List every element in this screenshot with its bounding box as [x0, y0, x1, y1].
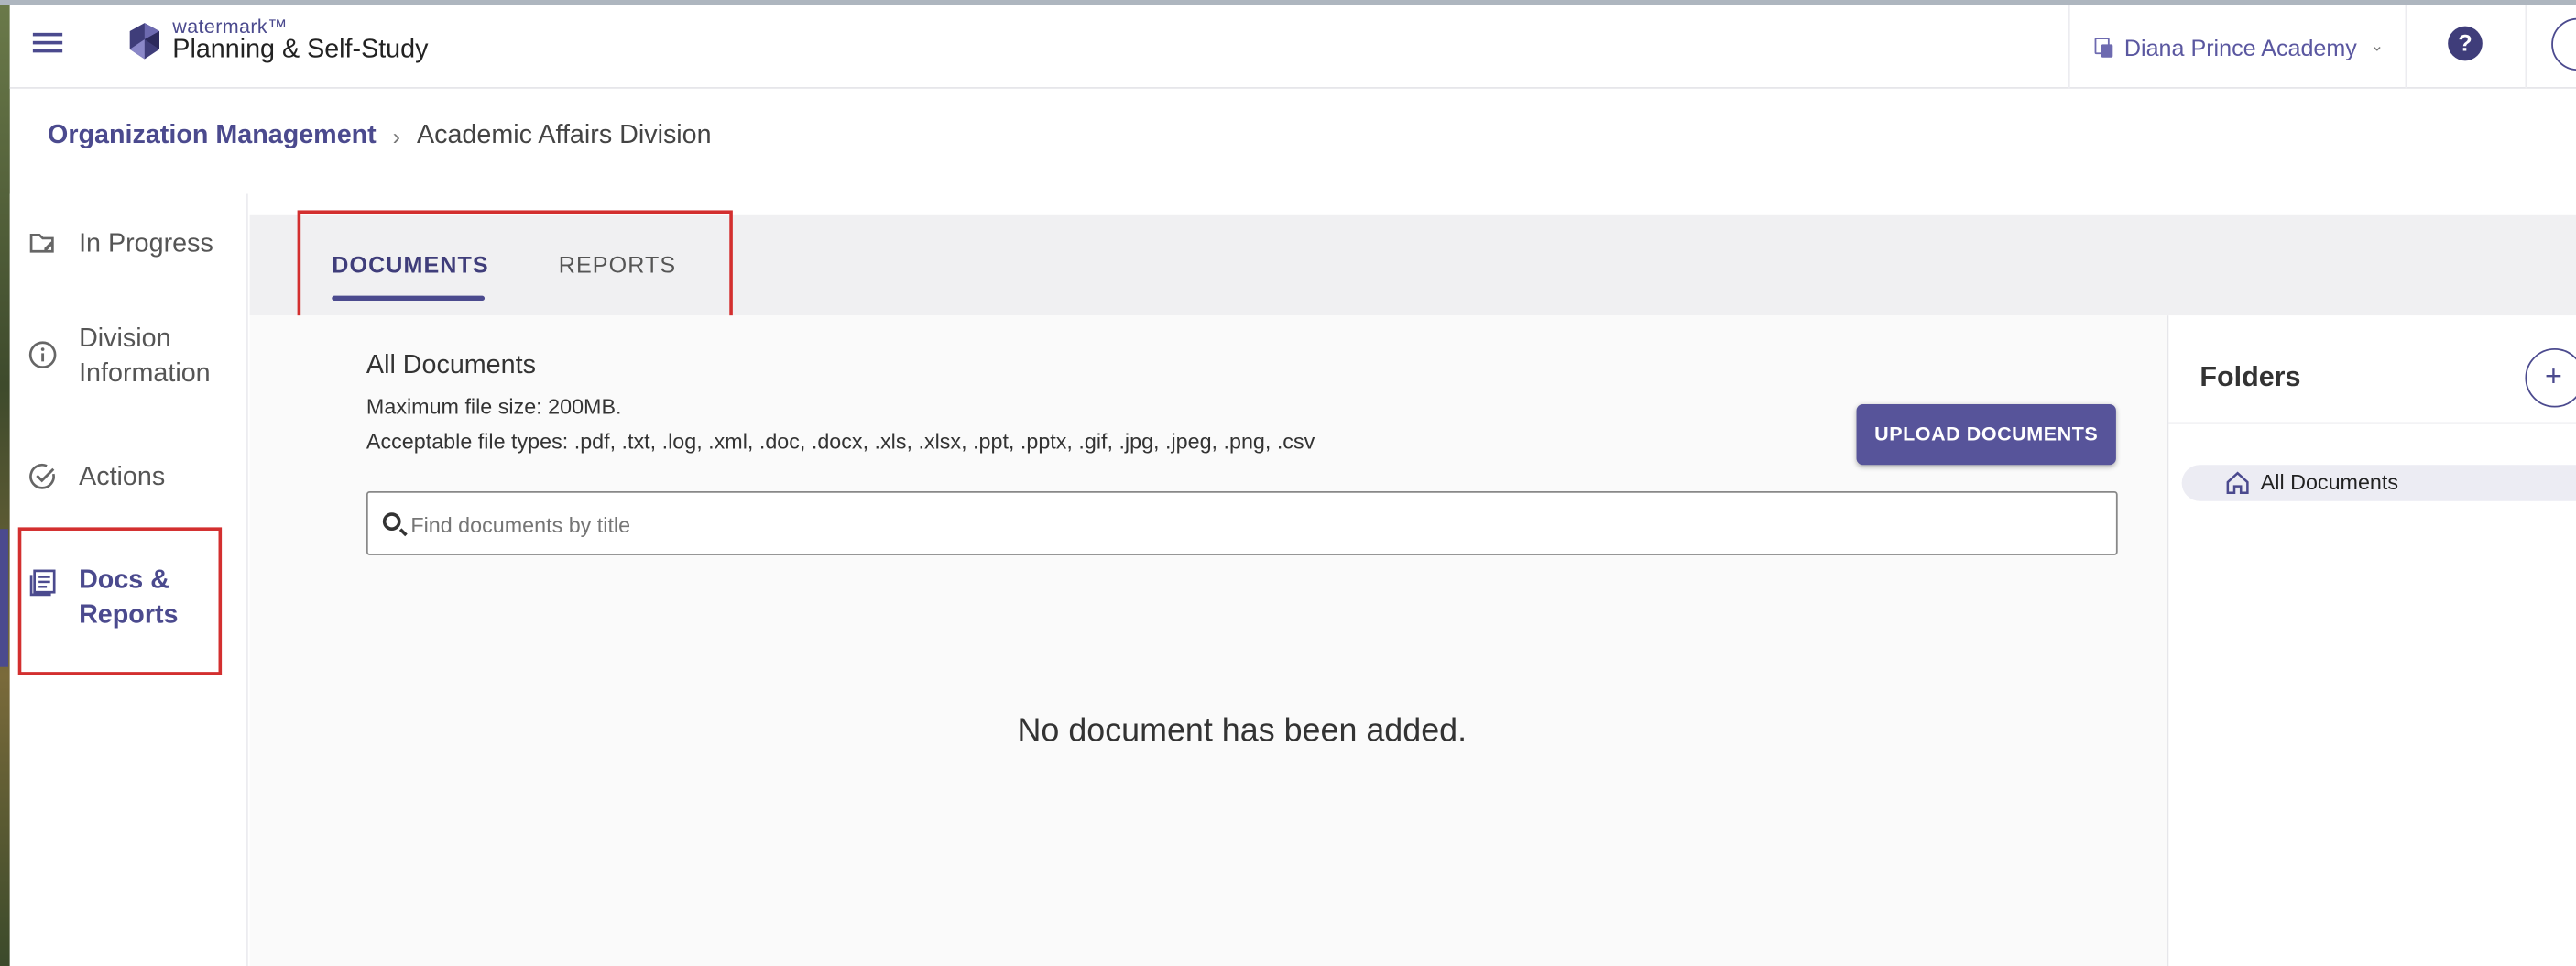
acceptable-file-types: Acceptable file types: .pdf, .txt, .log,… [366, 428, 1315, 454]
breadcrumb-current: Academic Affairs Division [416, 121, 712, 150]
top-header: watermark™ Planning & Self-Study Diana P… [9, 5, 2576, 89]
organization-name: Diana Prince Academy [2123, 33, 2357, 60]
organization-switcher[interactable]: Diana Prince Academy ⌄ [2068, 5, 2407, 89]
add-folder-button[interactable]: + [2525, 348, 2576, 408]
documents-title: All Documents [366, 351, 536, 380]
sidebar-item-label: Actions [79, 463, 166, 491]
breadcrumb-organization-management[interactable]: Organization Management [48, 122, 377, 151]
desktop-background-edge [0, 0, 10, 966]
empty-state-message: No document has been added. [1017, 712, 1468, 750]
folders-panel: Folders + All Documents [2167, 315, 2576, 966]
sidebar-item-division-information[interactable]: Division Information [10, 322, 248, 394]
app-frame: watermark™ Planning & Self-Study Diana P… [0, 0, 2576, 966]
documents-panel: All Documents Maximum file size: 200MB. … [249, 315, 2167, 966]
help-icon[interactable]: ? [2448, 26, 2483, 61]
brand-watermark-label: watermark™ [172, 15, 288, 38]
sidebar-active-indicator [0, 529, 8, 667]
folders-title: Folders [2199, 361, 2301, 393]
header-divider [2525, 5, 2527, 89]
sidebar-item-in-progress[interactable]: In Progress [10, 226, 248, 266]
upload-documents-button[interactable]: UPLOAD DOCUMENTS [1856, 403, 2116, 466]
folder-item-all-documents[interactable]: All Documents [2181, 465, 2576, 501]
chevron-down-icon: ⌄ [2370, 38, 2385, 56]
home-icon [2226, 471, 2249, 495]
product-name: Planning & Self-Study [172, 36, 429, 64]
sidebar-item-label: In Progress [79, 229, 213, 258]
organization-icon [2094, 37, 2115, 57]
folders-divider [2168, 422, 2576, 424]
sidebar-item-label: Division Information [79, 324, 211, 389]
highlight-box-tabs [297, 210, 733, 324]
folder-label: All Documents [2260, 469, 2399, 495]
folder-edit-icon [29, 233, 54, 253]
user-menu-icon[interactable] [2551, 17, 2576, 71]
check-circle-icon [29, 463, 55, 489]
breadcrumb: Organization Management › Academic Affai… [48, 122, 712, 151]
search-input[interactable] [410, 507, 2087, 541]
search-icon [382, 512, 401, 531]
breadcrumb-separator: › [392, 123, 401, 150]
sidebar-item-actions[interactable]: Actions [10, 460, 248, 499]
max-file-size: Maximum file size: 200MB. [366, 394, 622, 420]
highlight-box-sidebar [17, 527, 223, 675]
app-window: watermark™ Planning & Self-Study Diana P… [0, 0, 2576, 966]
info-icon [28, 341, 57, 368]
hamburger-menu-icon[interactable] [32, 27, 66, 54]
search-box [366, 490, 2118, 555]
watermark-logo-icon [129, 23, 159, 60]
